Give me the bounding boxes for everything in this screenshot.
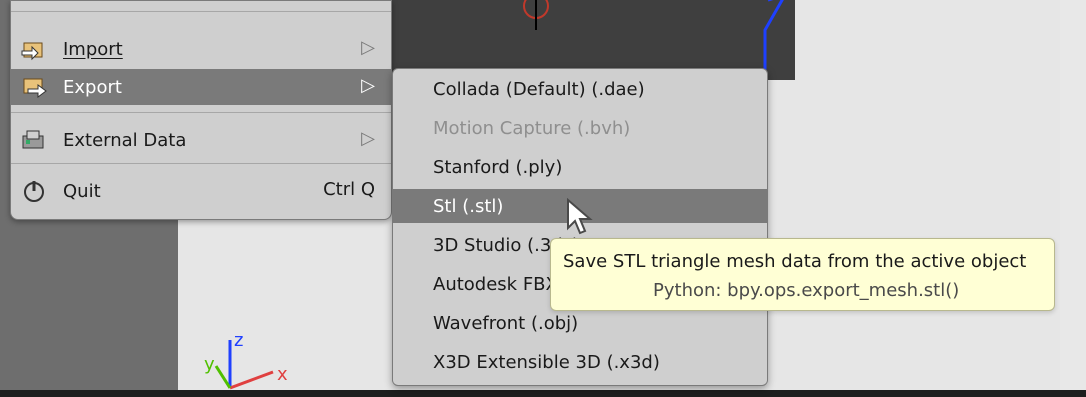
quit-shortcut: Ctrl Q bbox=[323, 179, 375, 200]
file-menu: Import ▷ Export ▷ External Data ▷ Quit C… bbox=[10, 0, 392, 220]
import-label: Import bbox=[63, 38, 123, 60]
menu-separator bbox=[11, 11, 391, 12]
menu-item-quit[interactable]: Quit Ctrl Q bbox=[11, 173, 391, 209]
menu-item-external-data[interactable]: External Data ▷ bbox=[11, 122, 391, 158]
x-axis-label: x bbox=[277, 364, 288, 385]
export-item-label: Motion Capture (.bvh) bbox=[433, 117, 631, 139]
quit-label: Quit bbox=[63, 180, 101, 202]
export-item-label: Wavefront (.obj) bbox=[433, 312, 579, 334]
export-item-wavefront[interactable]: Wavefront (.obj) bbox=[393, 306, 767, 340]
menu-item-import[interactable]: Import ▷ bbox=[11, 31, 391, 67]
export-item-label: Stanford (.ply) bbox=[433, 156, 563, 178]
submenu-arrow-icon: ▷ bbox=[361, 75, 375, 96]
submenu-arrow-icon: ▷ bbox=[361, 37, 375, 58]
bottom-strip bbox=[0, 390, 1086, 397]
export-item-label: Collada (Default) (.dae) bbox=[433, 78, 645, 100]
export-item-x3d[interactable]: X3D Extensible 3D (.x3d) bbox=[393, 345, 767, 379]
z-axis-label: z bbox=[234, 330, 243, 351]
menu-separator bbox=[11, 163, 391, 164]
export-label: Export bbox=[63, 76, 122, 98]
external-data-label: External Data bbox=[63, 129, 187, 151]
mouse-cursor-icon bbox=[565, 197, 595, 238]
export-item-label: X3D Extensible 3D (.x3d) bbox=[433, 351, 660, 373]
export-item-label: Stl (.stl) bbox=[433, 195, 504, 217]
export-item-motion-capture: Motion Capture (.bvh) bbox=[393, 111, 767, 145]
export-item-stanford[interactable]: Stanford (.ply) bbox=[393, 150, 767, 184]
submenu-arrow-icon: ▷ bbox=[361, 128, 375, 149]
export-item-collada[interactable]: Collada (Default) (.dae) bbox=[393, 72, 767, 106]
tooltip-title: Save STL triangle mesh data from the act… bbox=[563, 251, 1027, 272]
export-icon bbox=[19, 74, 49, 100]
y-axis-label: y bbox=[204, 354, 215, 375]
right-panel-edge bbox=[1060, 0, 1086, 390]
menu-item-export[interactable]: Export ▷ bbox=[11, 69, 391, 105]
import-icon bbox=[19, 36, 49, 62]
tooltip-python: Python: bpy.ops.export_mesh.stl() bbox=[653, 280, 960, 301]
power-icon bbox=[19, 178, 49, 204]
external-data-icon bbox=[19, 127, 49, 153]
tooltip: Save STL triangle mesh data from the act… bbox=[550, 238, 1055, 311]
menu-separator bbox=[11, 112, 391, 113]
axis-gizmo: z x y bbox=[178, 320, 298, 390]
